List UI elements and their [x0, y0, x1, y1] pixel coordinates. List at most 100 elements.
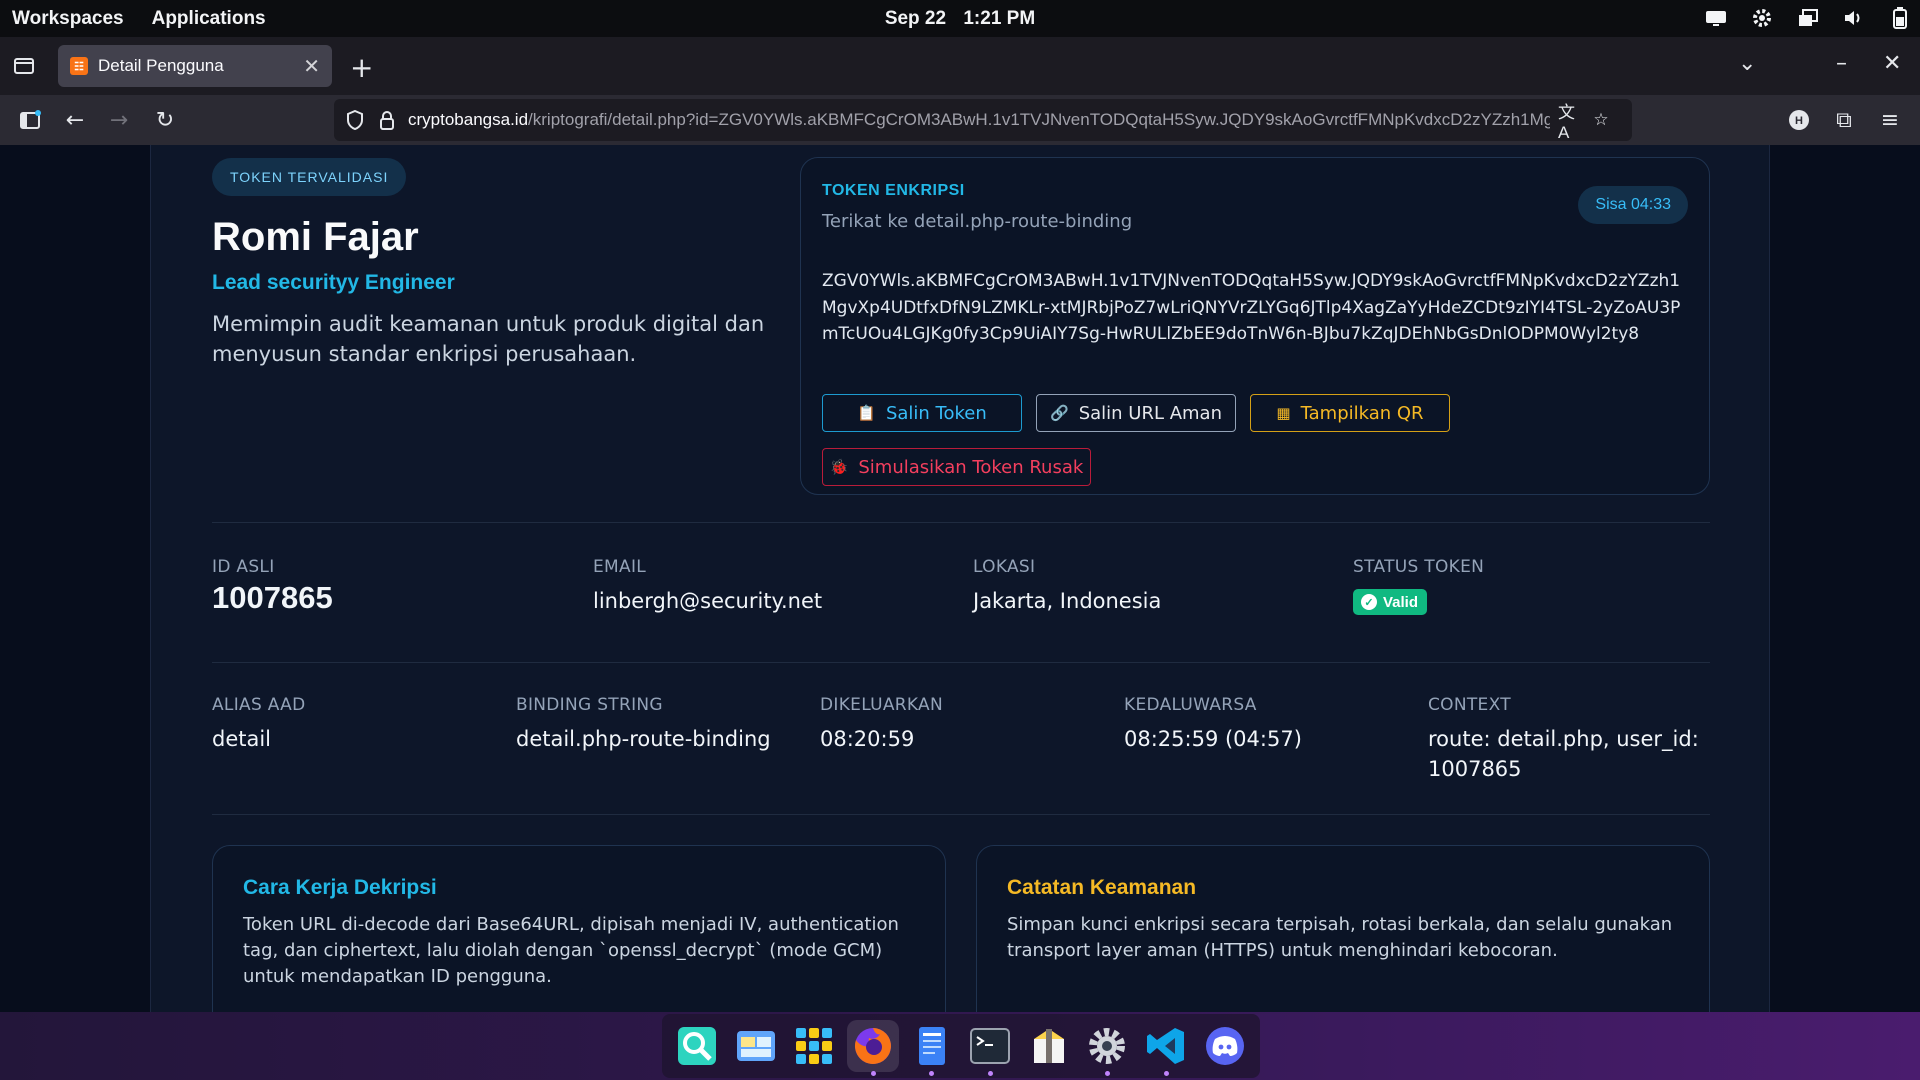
running-indicator: [987, 1071, 993, 1076]
section-divider: [212, 662, 1710, 663]
settings-icon[interactable]: [1081, 1020, 1133, 1076]
browser-tab-strip: ☷ Detail Pengguna ✕ + ⌄ – ✕: [0, 37, 1920, 95]
running-indicator: [1163, 1071, 1169, 1076]
tab-list-chevron-icon[interactable]: ⌄: [1738, 51, 1756, 76]
alias-aad-label: ALIAS AAD: [212, 695, 306, 715]
minimize-icon[interactable]: –: [1836, 51, 1847, 76]
battery-icon[interactable]: [1888, 7, 1912, 29]
window-icon[interactable]: [1796, 7, 1820, 29]
token-binding-text: Terikat ke detail.php-route-binding: [822, 211, 1133, 232]
terminal-icon[interactable]: [964, 1020, 1016, 1076]
token-timer-badge: Sisa 04:33: [1578, 186, 1688, 224]
email-label: EMAIL: [593, 557, 647, 577]
binding-string-label: BINDING STRING: [516, 695, 663, 715]
url-bar[interactable]: cryptobangsa.id /kriptografi/detail.php?…: [334, 99, 1632, 141]
link-icon: 🔗: [1050, 404, 1069, 422]
user-description: Memimpin audit keamanan untuk produk dig…: [212, 312, 765, 366]
expires-label: KEDALUWARSA: [1124, 695, 1257, 715]
original-id-label: ID ASLI: [212, 557, 275, 577]
shield-icon[interactable]: [344, 109, 366, 131]
back-arrow-icon[interactable]: ←: [61, 106, 89, 134]
binding-string-value: detail.php-route-binding: [516, 727, 771, 751]
issued-value: 08:20:59: [820, 727, 915, 751]
tab-detail-pengguna[interactable]: ☷ Detail Pengguna ✕: [58, 45, 332, 87]
token-status-badge: ✓ Valid: [1353, 589, 1428, 615]
clock[interactable]: Sep 22 1:21 PM: [0, 8, 1920, 30]
copy-secure-url-button[interactable]: 🔗 Salin URL Aman: [1036, 394, 1236, 432]
qr-code-icon: ▦: [1276, 404, 1291, 422]
running-indicator: [870, 1071, 876, 1076]
translate-icon[interactable]: 文A: [1558, 103, 1580, 142]
bug-icon: 🐞: [829, 458, 849, 476]
alias-aad-value: detail: [212, 727, 272, 751]
tab-title: Detail Pengguna: [98, 56, 224, 75]
search-app-icon[interactable]: [671, 1020, 723, 1072]
forward-arrow-icon[interactable]: →: [105, 106, 133, 134]
app-dock: [662, 1014, 1260, 1078]
security-notes-text: Simpan kunci enkripsi secara terpisah, r…: [1007, 914, 1673, 961]
lock-icon[interactable]: [376, 109, 398, 131]
display-icon[interactable]: [1704, 7, 1728, 29]
original-id-value: 1007865: [212, 580, 333, 615]
simulate-broken-token-button[interactable]: 🐞 Simulasikan Token Rusak: [822, 448, 1091, 486]
system-top-bar: Workspaces Applications Sep 22 1:21 PM: [0, 0, 1920, 37]
section-divider: [212, 814, 1710, 815]
location-value: Jakarta, Indonesia: [973, 589, 1162, 613]
security-notes-title: Catatan Keamanan: [1007, 876, 1197, 899]
expires-value: 08:25:59 (04:57): [1124, 727, 1302, 751]
archive-icon[interactable]: [1023, 1020, 1075, 1072]
copy-token-label: Salin Token: [885, 402, 987, 424]
security-notes-box: Catatan Keamanan Simpan kunci enkripsi s…: [976, 845, 1710, 1012]
reload-icon[interactable]: ↻: [151, 106, 179, 134]
clock-time: 1:21 PM: [963, 8, 1036, 29]
decryption-text: Token URL di-decode dari Base64URL, dipi…: [243, 914, 899, 987]
sidebar-toggle-icon[interactable]: [16, 106, 44, 134]
clock-date: Sep 22: [884, 8, 947, 29]
location-label: LOKASI: [973, 557, 1036, 577]
user-role: Lead securityy Engineer: [212, 271, 455, 294]
context-label: CONTEXT: [1428, 695, 1511, 715]
decryption-title: Cara Kerja Dekripsi: [243, 876, 437, 899]
token-status-label: STATUS TOKEN: [1353, 557, 1485, 577]
decryption-info-box: Cara Kerja Dekripsi Token URL di-decode …: [212, 845, 946, 1012]
extensions-icon[interactable]: ⧉: [1830, 106, 1858, 134]
discord-icon[interactable]: [1199, 1020, 1251, 1072]
simulate-broken-label: Simulasikan Token Rusak: [858, 456, 1084, 478]
browser-nav-bar: ← → ↻ cryptobangsa.id /kriptografi/detai…: [0, 95, 1920, 145]
close-window-icon[interactable]: ✕: [1883, 51, 1901, 76]
site-favicon-icon: ☷: [70, 57, 88, 75]
hamburger-menu-icon[interactable]: ≡: [1876, 106, 1904, 134]
file-manager-icon[interactable]: [730, 1020, 782, 1072]
new-tab-icon[interactable]: +: [350, 51, 373, 84]
check-circle-icon: ✓: [1361, 594, 1377, 610]
show-qr-label: Tampilkan QR: [1300, 402, 1424, 424]
email-value: linbergh@security.net: [593, 589, 823, 613]
issued-label: DIKELUARKAN: [820, 695, 943, 715]
volume-icon[interactable]: [1842, 7, 1866, 29]
app-grid-icon[interactable]: [788, 1020, 840, 1072]
text-editor-icon[interactable]: [906, 1020, 958, 1076]
firefox-icon[interactable]: [847, 1020, 900, 1076]
clipboard-icon: 📋: [857, 404, 876, 422]
gear-icon[interactable]: [1750, 7, 1774, 29]
running-indicator: [929, 1071, 935, 1076]
token-validated-badge: TOKEN TERVALIDASI: [212, 158, 407, 196]
tab-overview-icon[interactable]: [12, 53, 38, 79]
account-avatar-icon[interactable]: H: [1785, 106, 1813, 134]
url-path: /kriptografi/detail.php?id=ZGV0YWls.aKBM…: [528, 110, 1550, 129]
page-content: TOKEN TERVALIDASI Romi Fajar Lead securi…: [0, 145, 1920, 1012]
close-tab-icon[interactable]: ✕: [303, 54, 320, 79]
show-qr-button[interactable]: ▦ Tampilkan QR: [1250, 394, 1450, 432]
running-indicator: [1104, 1071, 1110, 1076]
bookmark-star-icon[interactable]: ☆: [1590, 109, 1612, 131]
user-detail-card: TOKEN TERVALIDASI Romi Fajar Lead securi…: [150, 145, 1770, 1012]
section-divider: [212, 522, 1710, 523]
copy-url-label: Salin URL Aman: [1078, 402, 1222, 424]
vscode-icon[interactable]: [1140, 1020, 1192, 1076]
token-panel: TOKEN ENKRIPSI Terikat ke detail.php-rou…: [800, 157, 1710, 495]
token-value[interactable]: ZGV0YWls.aKBMFCgCrOM3ABwH.1v1TVJNvenTODQ…: [822, 268, 1692, 348]
user-name: Romi Fajar: [212, 215, 419, 259]
context-value: route: detail.php, user_id: 1007865: [1428, 727, 1699, 781]
copy-token-button[interactable]: 📋 Salin Token: [822, 394, 1022, 432]
svg-text:H: H: [1795, 115, 1803, 127]
